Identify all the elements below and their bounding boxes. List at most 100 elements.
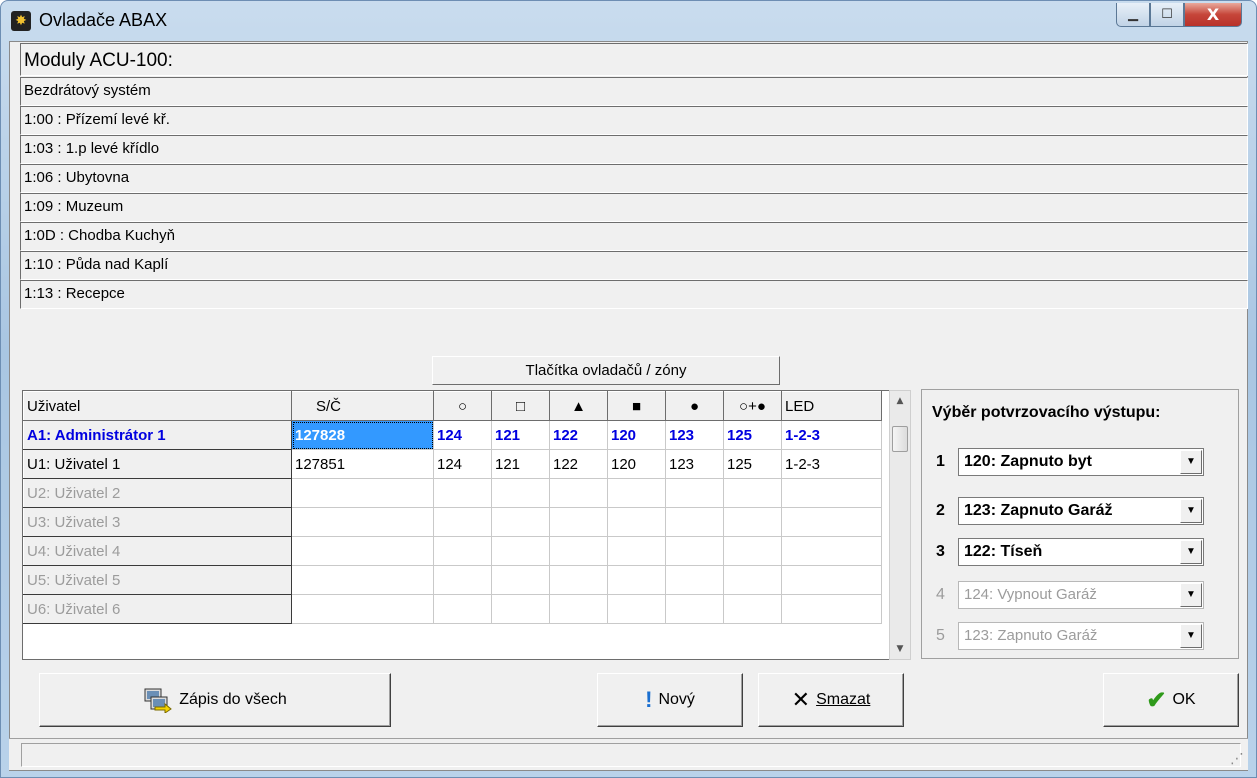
close-button[interactable]: X — [1184, 3, 1242, 27]
button-cell[interactable] — [491, 594, 550, 624]
table-row[interactable]: U1: Uživatel 1 127851 124 121 122 120 12… — [23, 449, 882, 479]
users-grid[interactable]: Uživatel S/Č ○ □ ▲ ■ ● ○+● LED A1: Admin… — [22, 390, 910, 660]
sn-cell[interactable] — [291, 478, 434, 508]
user-cell[interactable]: U3: Uživatel 3 — [23, 507, 292, 537]
table-row[interactable]: U3: Uživatel 3 — [23, 507, 882, 537]
maximize-button[interactable]: ☐ — [1150, 3, 1184, 27]
button-cell[interactable]: 123 — [665, 420, 724, 450]
square-outline-icon[interactable]: □ — [491, 391, 550, 421]
chevron-down-icon[interactable]: ▼ — [1180, 540, 1202, 564]
user-cell[interactable]: U6: Uživatel 6 — [23, 594, 292, 624]
triangle-icon[interactable]: ▲ — [549, 391, 608, 421]
scroll-down-icon[interactable]: ▼ — [892, 641, 908, 657]
button-cell[interactable]: 125 — [723, 420, 782, 450]
user-cell[interactable]: U2: Uživatel 2 — [23, 478, 292, 508]
output-select[interactable]: 123: Zapnuto Garáž ▼ — [958, 622, 1204, 650]
led-cell[interactable] — [781, 478, 882, 508]
new-button[interactable]: ! Nový — [597, 673, 743, 727]
user-cell[interactable]: U4: Uživatel 4 — [23, 536, 292, 566]
col-led-header[interactable]: LED — [781, 391, 882, 421]
minimize-button[interactable]: ▁ — [1116, 3, 1150, 27]
table-row[interactable]: U4: Uživatel 4 — [23, 536, 882, 566]
output-select[interactable]: 124: Vypnout Garáž ▼ — [958, 581, 1204, 609]
circle-combo-icon[interactable]: ○+● — [723, 391, 782, 421]
output-select[interactable]: 122: Tíseň ▼ — [958, 538, 1204, 566]
button-cell[interactable] — [433, 565, 492, 595]
button-cell[interactable] — [665, 594, 724, 624]
button-cell[interactable] — [549, 478, 608, 508]
module-item[interactable]: 1:10 : Půda nad Kaplí — [20, 251, 1248, 280]
button-cell[interactable]: 121 — [491, 420, 550, 450]
chevron-down-icon[interactable]: ▼ — [1180, 499, 1202, 523]
button-cell[interactable] — [549, 565, 608, 595]
title-bar[interactable]: ✸ Ovladače ABAX ▁ ☐ X — [1, 1, 1256, 41]
module-item[interactable]: 1:09 : Muzeum — [20, 193, 1248, 222]
module-item[interactable]: 1:00 : Přízemí levé kř. — [20, 106, 1248, 135]
button-cell[interactable] — [607, 536, 666, 566]
button-cell[interactable]: 121 — [491, 449, 550, 479]
led-cell[interactable]: 1-2-3 — [781, 449, 882, 479]
button-cell[interactable] — [433, 478, 492, 508]
delete-button[interactable]: ✕ Smazat — [758, 673, 904, 727]
button-cell[interactable]: 120 — [607, 420, 666, 450]
button-cell[interactable] — [723, 565, 782, 595]
table-row[interactable]: U2: Uživatel 2 — [23, 478, 882, 508]
sn-cell[interactable] — [291, 536, 434, 566]
button-cell[interactable] — [491, 478, 550, 508]
table-row[interactable]: U6: Uživatel 6 — [23, 594, 882, 624]
button-cell[interactable] — [433, 594, 492, 624]
chevron-down-icon[interactable]: ▼ — [1180, 583, 1202, 607]
scroll-thumb[interactable] — [892, 426, 908, 452]
button-cell[interactable] — [723, 507, 782, 537]
resize-grip-icon[interactable]: ⋰ — [1230, 751, 1244, 767]
button-cell[interactable] — [549, 507, 608, 537]
module-item[interactable]: 1:06 : Ubytovna — [20, 164, 1248, 193]
button-cell[interactable]: 123 — [665, 449, 724, 479]
col-sn-header[interactable]: S/Č — [291, 391, 434, 421]
square-filled-icon[interactable]: ■ — [607, 391, 666, 421]
col-user-header[interactable]: Uživatel — [23, 391, 292, 421]
led-cell[interactable] — [781, 507, 882, 537]
button-cell[interactable] — [607, 565, 666, 595]
sn-cell[interactable] — [291, 594, 434, 624]
button-cell[interactable] — [549, 594, 608, 624]
user-cell[interactable]: U5: Uživatel 5 — [23, 565, 292, 595]
write-all-button[interactable]: Zápis do všech — [39, 673, 391, 727]
module-item[interactable]: 1:03 : 1.p levé křídlo — [20, 135, 1248, 164]
button-cell[interactable] — [491, 565, 550, 595]
chevron-down-icon[interactable]: ▼ — [1180, 624, 1202, 648]
sn-cell[interactable]: 127851 — [291, 449, 434, 479]
circle-filled-icon[interactable]: ● — [665, 391, 724, 421]
module-item[interactable]: Bezdrátový systém — [20, 77, 1248, 106]
button-cell[interactable] — [433, 536, 492, 566]
chevron-down-icon[interactable]: ▼ — [1180, 450, 1202, 474]
led-cell[interactable] — [781, 536, 882, 566]
sn-cell[interactable] — [291, 565, 434, 595]
button-cell[interactable]: 124 — [433, 420, 492, 450]
button-cell[interactable]: 122 — [549, 449, 608, 479]
module-item[interactable]: 1:0D : Chodba Kuchyň — [20, 222, 1248, 251]
sn-cell[interactable] — [291, 507, 434, 537]
button-cell[interactable] — [665, 478, 724, 508]
module-item[interactable]: 1:13 : Recepce — [20, 280, 1248, 309]
output-select[interactable]: 120: Zapnuto byt ▼ — [958, 448, 1204, 476]
button-cell[interactable]: 120 — [607, 449, 666, 479]
button-cell[interactable] — [723, 594, 782, 624]
button-cell[interactable] — [607, 594, 666, 624]
table-row[interactable]: A1: Administrátor 1 127828 124 121 122 1… — [23, 420, 882, 450]
button-cell[interactable] — [491, 536, 550, 566]
sn-cell[interactable]: 127828 — [291, 420, 434, 450]
table-row[interactable]: U5: Uživatel 5 — [23, 565, 882, 595]
button-cell[interactable] — [433, 507, 492, 537]
user-cell[interactable]: U1: Uživatel 1 — [23, 449, 292, 479]
button-cell[interactable]: 125 — [723, 449, 782, 479]
user-cell[interactable]: A1: Administrátor 1 — [23, 420, 292, 450]
button-cell[interactable] — [607, 478, 666, 508]
button-cell[interactable] — [723, 478, 782, 508]
button-cell[interactable] — [549, 536, 608, 566]
ok-button[interactable]: ✔ OK — [1103, 673, 1239, 727]
button-cell[interactable] — [607, 507, 666, 537]
button-cell[interactable] — [665, 536, 724, 566]
button-cell[interactable]: 122 — [549, 420, 608, 450]
grid-scrollbar[interactable]: ▲ ▼ — [889, 390, 911, 660]
